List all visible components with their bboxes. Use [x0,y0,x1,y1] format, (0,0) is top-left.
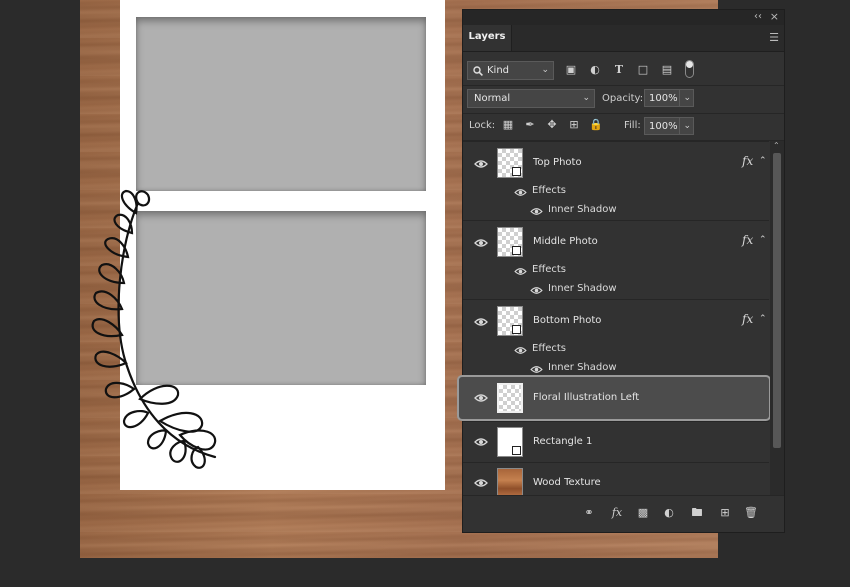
collapse-panel-button[interactable]: ‹‹ [754,11,762,22]
collapse-effects-caret-icon[interactable]: ⌃ [759,235,767,245]
eye-visibility-icon[interactable] [514,346,527,355]
type-filter-icon[interactable]: T [611,63,627,77]
layer-name: Middle Photo [533,236,598,247]
panel-tab-bar: Layers ☰ [463,25,784,52]
eye-visibility-icon[interactable] [474,393,488,403]
fx-icon[interactable]: fx [742,233,753,247]
opacity-value: 100% [649,93,678,104]
eye-visibility-icon[interactable] [514,188,527,197]
smart-object-badge-icon [512,167,521,176]
layer-name: Wood Texture [533,477,601,488]
blend-mode-select[interactable]: Normal ⌄ [467,89,595,108]
opacity-label: Opacity: [602,93,644,104]
eye-visibility-icon[interactable] [530,365,543,374]
effects-label[interactable]: Effects [532,264,566,275]
layers-bottom-toolbar: ⚭ fx ▩ ◐ 🖿 ⊞ 🗑 [463,495,784,532]
image-filter-icon[interactable]: ▣ [563,63,579,77]
fill-value: 100% [649,121,678,132]
layer-thumbnail [497,148,523,178]
lock-position-icon[interactable]: ✥ [544,118,560,132]
lock-paint-icon[interactable]: ✒ [522,118,538,132]
layer-name: Floral Illustration Left [533,392,640,403]
tab-layers[interactable]: Layers [463,25,512,51]
layer-row-rectangle-1[interactable]: Rectangle 1 [463,421,769,462]
filter-kind-label: Kind [487,65,510,76]
chevron-down-icon[interactable]: ⌄ [679,90,691,107]
eye-visibility-icon[interactable] [474,478,488,488]
lock-all-icon[interactable]: 🔒 [588,118,604,132]
opacity-input[interactable]: 100% ⌄ [644,89,694,107]
top-photo-placeholder [136,17,426,191]
link-layers-icon[interactable]: ⚭ [581,506,597,520]
layer-row-middle-photo[interactable]: Middle Photo fx ⌃ Effects Inner Shadow [463,220,769,299]
smart-object-badge-icon [512,246,521,255]
blend-mode-value: Normal [474,93,511,104]
new-group-icon[interactable]: 🖿 [689,506,705,520]
effect-item[interactable]: Inner Shadow [548,204,617,215]
effect-item[interactable]: Inner Shadow [548,362,617,373]
close-panel-button[interactable]: × [770,10,779,23]
effects-label[interactable]: Effects [532,185,566,196]
lock-transparent-icon[interactable]: ▦ [500,118,516,132]
layer-thumbnail [497,383,523,413]
shape-badge-icon [512,446,521,455]
fill-input[interactable]: 100% ⌄ [644,117,694,135]
adjustment-filter-icon[interactable]: ◐ [587,63,603,77]
layer-name: Rectangle 1 [533,436,593,447]
layer-name: Bottom Photo [533,315,602,326]
floral-illustration [91,189,217,469]
search-icon [473,66,483,76]
fx-icon[interactable]: fx [742,154,753,168]
add-mask-icon[interactable]: ▩ [635,506,651,520]
effect-item[interactable]: Inner Shadow [548,283,617,294]
layer-thumbnail [497,227,523,257]
layer-name: Top Photo [533,157,582,168]
smart-object-badge-icon [512,325,521,334]
delete-icon[interactable]: 🗑 [743,506,759,520]
smart-object-filter-icon[interactable]: ▤ [659,63,675,77]
scroll-thumb[interactable] [773,153,781,448]
chevron-down-icon: ⌄ [582,93,590,103]
effects-label[interactable]: Effects [532,343,566,354]
eye-visibility-icon[interactable] [474,159,488,169]
fill-label: Fill: [624,120,641,131]
eye-visibility-icon[interactable] [514,267,527,276]
layers-panel: ‹‹ × Layers ☰ Kind ⌄ ▣ ◐ T □ ▤ Normal ⌄ … [457,9,785,533]
chevron-down-icon[interactable]: ⌄ [679,118,691,135]
fx-icon[interactable]: fx [609,506,625,520]
eye-visibility-icon[interactable] [474,317,488,327]
fx-icon[interactable]: fx [742,312,753,326]
collapse-effects-caret-icon[interactable]: ⌃ [759,156,767,166]
eye-visibility-icon[interactable] [530,207,543,216]
filter-toggle-switch[interactable] [685,60,694,78]
shape-filter-icon[interactable]: □ [635,63,651,77]
scroll-up-arrow-icon[interactable]: ⌃ [773,141,780,150]
layer-row-bottom-photo[interactable]: Bottom Photo fx ⌃ Effects Inner Shadow [463,299,769,378]
chevron-down-icon: ⌄ [541,65,549,75]
layers-scrollbar[interactable]: ⌃ ⌄ [770,141,784,499]
hamburger-icon[interactable]: ☰ [769,31,779,44]
filter-kind-select[interactable]: Kind ⌄ [467,61,554,80]
eye-visibility-icon[interactable] [474,238,488,248]
layer-row-floral-illustration-left[interactable]: Floral Illustration Left [457,375,771,421]
eye-visibility-icon[interactable] [530,286,543,295]
panel-title-bar: ‹‹ × [463,10,784,25]
lock-label: Lock: [469,120,496,131]
layer-thumbnail [497,427,523,457]
layer-thumbnail [497,306,523,336]
toggle-knob-icon [686,61,693,68]
eye-visibility-icon[interactable] [474,437,488,447]
lock-artboard-icon[interactable]: ⊞ [566,118,582,132]
adjustment-layer-icon[interactable]: ◐ [661,506,677,520]
layer-row-top-photo[interactable]: Top Photo fx ⌃ Effects Inner Shadow [463,141,769,220]
new-layer-icon[interactable]: ⊞ [717,506,733,520]
layer-thumbnail [497,468,523,498]
collapse-effects-caret-icon[interactable]: ⌃ [759,314,767,324]
